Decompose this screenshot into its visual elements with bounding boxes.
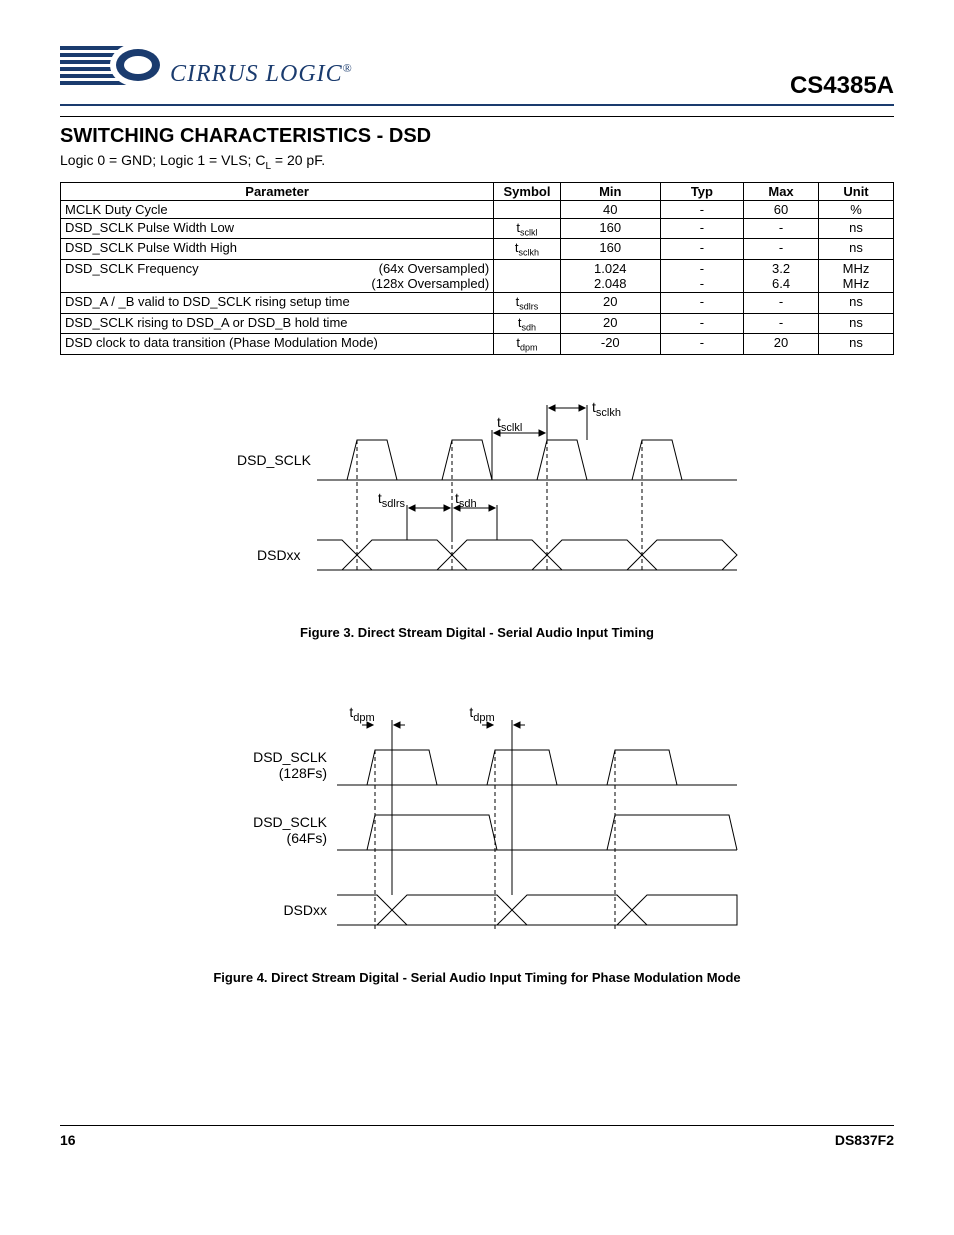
- param-cell: DSD_SCLK Pulse Width Low: [61, 218, 494, 239]
- unit-cell: ns: [819, 218, 894, 239]
- th-symbol: Symbol: [494, 182, 561, 200]
- table-row: DSD_SCLK rising to DSD_A or DSD_B hold t…: [61, 313, 894, 334]
- unit-cell: %: [819, 200, 894, 218]
- max-cell: 3.26.4: [744, 259, 819, 292]
- unit-cell: ns: [819, 292, 894, 313]
- table-row: DSD_SCLK Frequency(64x Oversampled)(128x…: [61, 259, 894, 292]
- th-parameter: Parameter: [61, 182, 494, 200]
- fig3-tsdlrs-label: tsdlrs: [378, 490, 406, 510]
- figure-3-caption: Figure 3. Direct Stream Digital - Serial…: [60, 625, 894, 640]
- conditions: Logic 0 = GND; Logic 1 = VLS; CL = 20 pF…: [60, 152, 894, 172]
- typ-cell: -: [660, 239, 743, 260]
- table-row: MCLK Duty Cycle 40-60%: [61, 200, 894, 218]
- rule: [60, 116, 894, 117]
- fig4-sclk128-sub: (128Fs): [279, 765, 327, 781]
- table-row: DSD clock to data transition (Phase Modu…: [61, 334, 894, 355]
- param-cell: DSD_A / _B valid to DSD_SCLK rising setu…: [61, 292, 494, 313]
- logo-text: CIRRUS LOGIC®: [170, 61, 353, 88]
- fig3-dsd-sclk-label: DSD_SCLK: [237, 452, 312, 468]
- table-header-row: Parameter Symbol Min Typ Max Unit: [61, 182, 894, 200]
- symbol-cell: tsdlrs: [494, 292, 561, 313]
- part-number: CS4385A: [790, 72, 894, 100]
- th-unit: Unit: [819, 182, 894, 200]
- fig3-tsclkh-label: tsclkh: [592, 399, 621, 419]
- table-row: DSD_SCLK Pulse Width Lowtsclkl160--ns: [61, 218, 894, 239]
- symbol-cell: tsclkl: [494, 218, 561, 239]
- th-min: Min: [560, 182, 660, 200]
- fig4-sclk128-label: DSD_SCLK: [253, 749, 328, 765]
- min-cell: 20: [560, 292, 660, 313]
- symbol-cell: [494, 200, 561, 218]
- logo-icon: [60, 40, 170, 100]
- parameter-table: Parameter Symbol Min Typ Max Unit MCLK D…: [60, 182, 894, 355]
- page-header: CIRRUS LOGIC® CS4385A: [60, 40, 894, 106]
- fig4-tdpm-left: tdpm: [349, 704, 374, 724]
- fig4-dsdxx-label: DSDxx: [283, 902, 327, 918]
- typ-cell: -: [660, 200, 743, 218]
- fig4-sclk64-sub: (64Fs): [287, 830, 327, 846]
- param-cell: MCLK Duty Cycle: [61, 200, 494, 218]
- unit-cell: ns: [819, 334, 894, 355]
- max-cell: -: [744, 239, 819, 260]
- cond-suffix: = 20 pF.: [271, 152, 325, 168]
- symbol-cell: [494, 259, 561, 292]
- fig3-dsdxx-label: DSDxx: [257, 547, 301, 563]
- min-cell: -20: [560, 334, 660, 355]
- th-max: Max: [744, 182, 819, 200]
- unit-cell: ns: [819, 313, 894, 334]
- unit-cell: ns: [819, 239, 894, 260]
- th-typ: Typ: [660, 182, 743, 200]
- cond-prefix: Logic 0 = GND; Logic 1 = VLS; C: [60, 152, 265, 168]
- param-cell: DSD clock to data transition (Phase Modu…: [61, 334, 494, 355]
- doc-number: DS837F2: [835, 1132, 894, 1148]
- param-cell: DSD_SCLK Frequency(64x Oversampled)(128x…: [61, 259, 494, 292]
- symbol-cell: tsclkh: [494, 239, 561, 260]
- min-cell: 40: [560, 200, 660, 218]
- unit-cell: MHzMHz: [819, 259, 894, 292]
- figure-4-caption: Figure 4. Direct Stream Digital - Serial…: [60, 970, 894, 985]
- min-cell: 1.0242.048: [560, 259, 660, 292]
- max-cell: -: [744, 218, 819, 239]
- max-cell: -: [744, 313, 819, 334]
- figure-4-diagram: tdpm tdpm DSD_SCLK (128Fs) DSD_SCLK (64F…: [197, 700, 757, 950]
- typ-cell: -: [660, 218, 743, 239]
- fig3-tsclkl-label: tsclkl: [497, 414, 522, 434]
- page-number: 16: [60, 1132, 76, 1148]
- table-row: DSD_SCLK Pulse Width Hightsclkh160--ns: [61, 239, 894, 260]
- max-cell: 60: [744, 200, 819, 218]
- typ-cell: -: [660, 334, 743, 355]
- min-cell: 160: [560, 218, 660, 239]
- min-cell: 160: [560, 239, 660, 260]
- typ-cell: --: [660, 259, 743, 292]
- page-footer: 16 DS837F2: [60, 1125, 894, 1148]
- section-title: SWITCHING CHARACTERISTICS - DSD: [60, 125, 894, 148]
- table-row: DSD_A / _B valid to DSD_SCLK rising setu…: [61, 292, 894, 313]
- fig4-tdpm-right: tdpm: [469, 704, 494, 724]
- symbol-cell: tsdh: [494, 313, 561, 334]
- max-cell: -: [744, 292, 819, 313]
- logo: CIRRUS LOGIC®: [60, 40, 353, 100]
- figure-3-diagram: DSD_SCLK DSDxx tsclkh tsclkl tsdlrs tsdh: [197, 385, 757, 605]
- typ-cell: -: [660, 313, 743, 334]
- typ-cell: -: [660, 292, 743, 313]
- param-cell: DSD_SCLK rising to DSD_A or DSD_B hold t…: [61, 313, 494, 334]
- param-cell: DSD_SCLK Pulse Width High: [61, 239, 494, 260]
- max-cell: 20: [744, 334, 819, 355]
- min-cell: 20: [560, 313, 660, 334]
- symbol-cell: tdpm: [494, 334, 561, 355]
- fig3-tsdh-label: tsdh: [455, 490, 477, 510]
- fig4-sclk64-label: DSD_SCLK: [253, 814, 328, 830]
